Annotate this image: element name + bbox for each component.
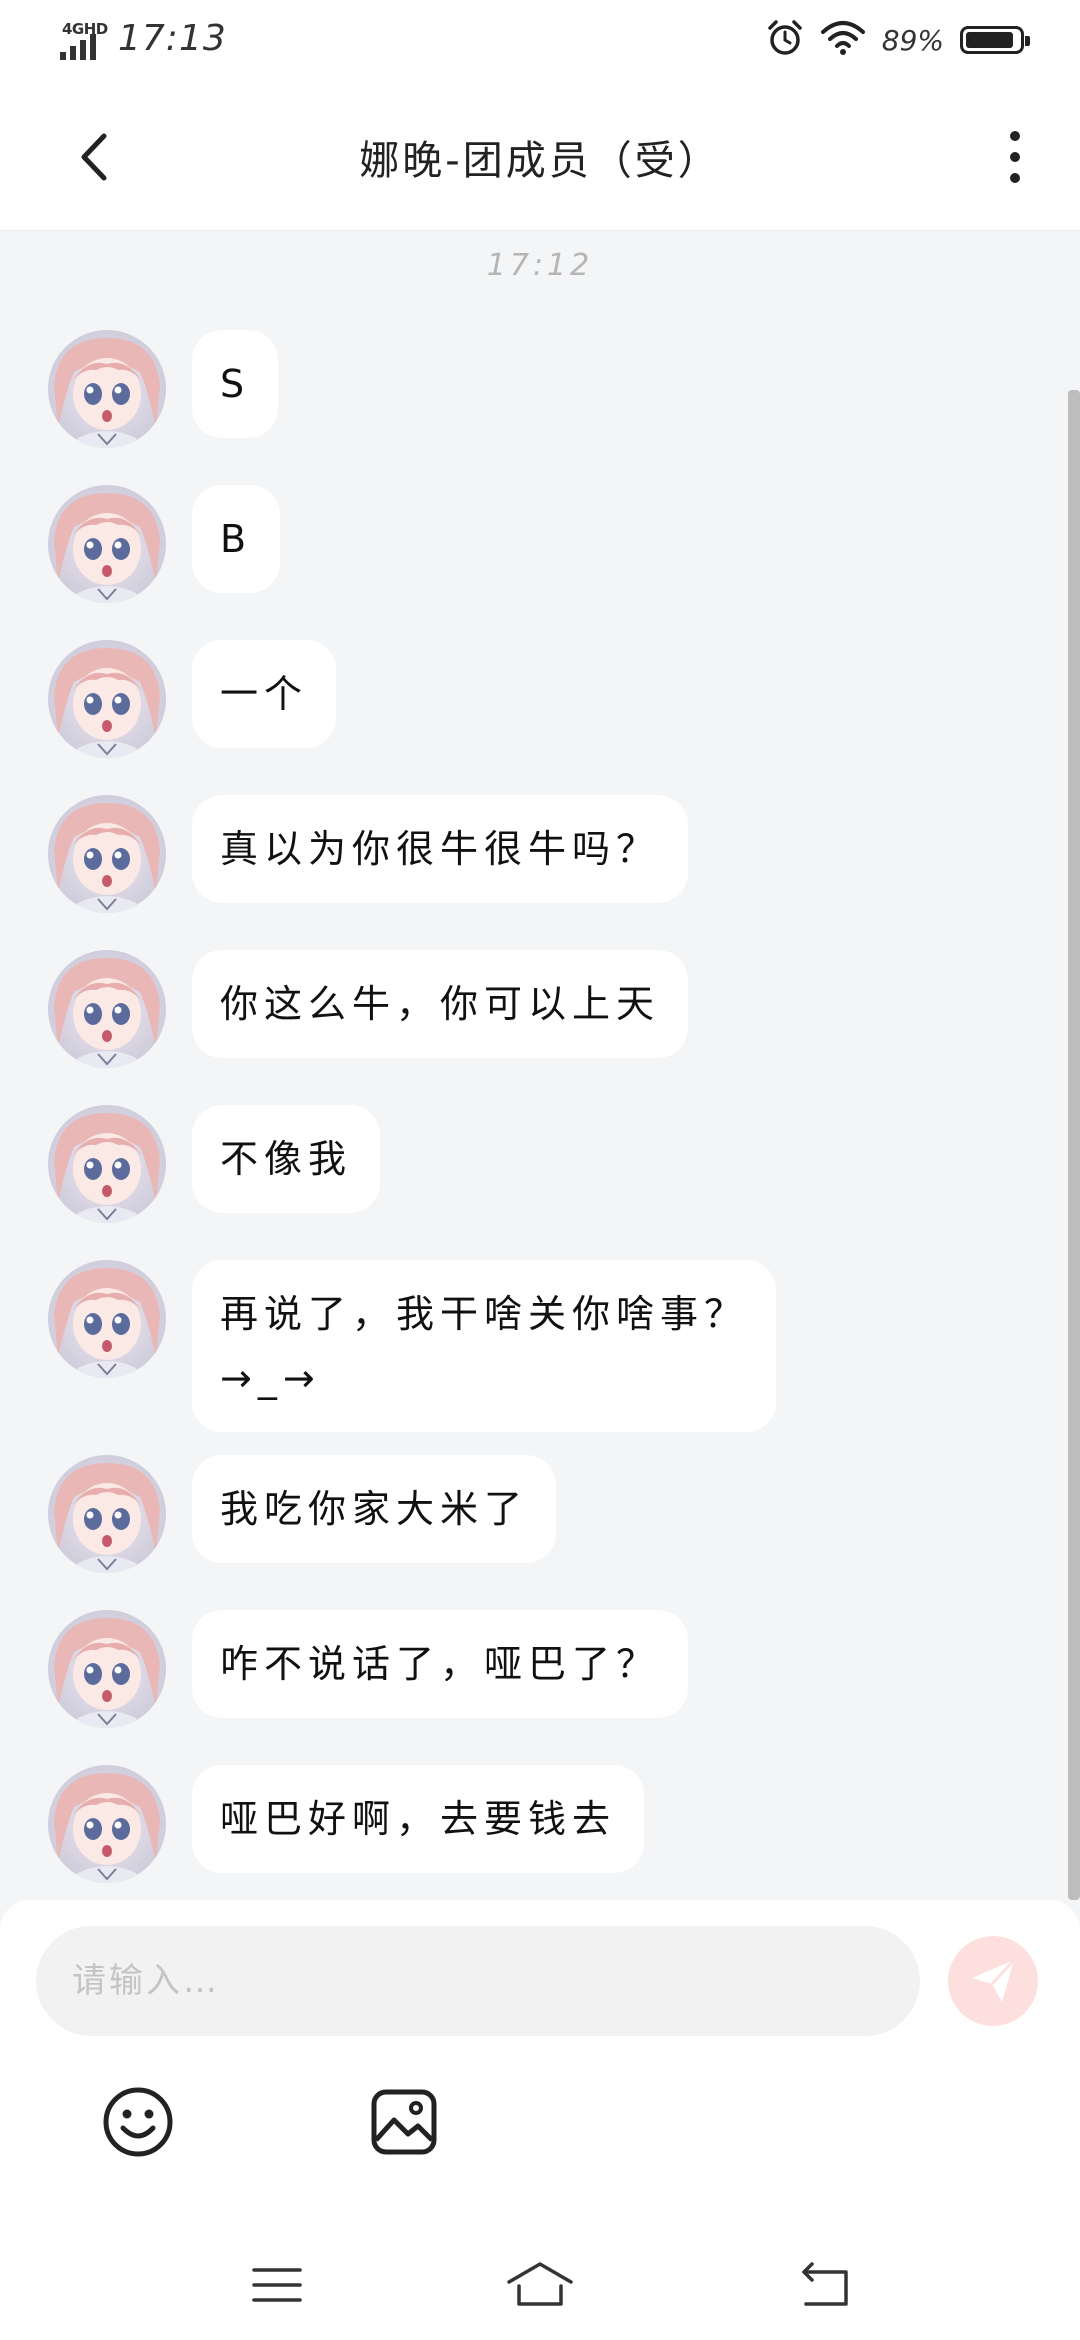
avatar[interactable] — [48, 950, 166, 1068]
message-row: 哑巴好啊，去要钱去 — [48, 1765, 645, 1883]
home-icon — [507, 2262, 573, 2306]
avatar[interactable] — [48, 1765, 166, 1883]
send-icon — [972, 1958, 1016, 2002]
avatar[interactable] — [48, 640, 166, 758]
network-type: 4GHD — [62, 20, 108, 38]
message-input-wrapper[interactable] — [36, 1926, 920, 2036]
back-icon — [802, 2262, 848, 2306]
message-list[interactable]: 17:12 S B 一个真以为你很牛很牛吗？ 你这么牛，你可以上天 不像我再说了，我干啥… — [0, 230, 1080, 1900]
message-row: 你这么牛，你可以上天 — [48, 950, 689, 1068]
message-bubble[interactable]: B — [192, 485, 281, 593]
avatar[interactable] — [48, 1105, 166, 1223]
scrollbar[interactable] — [1068, 390, 1080, 1900]
message-row: 我吃你家大米了 — [48, 1455, 557, 1573]
emoji-icon — [103, 2087, 173, 2157]
send-button[interactable] — [948, 1936, 1038, 2026]
message-row: 咋不说话了，哑巴了？ — [48, 1610, 689, 1728]
back-nav-button[interactable] — [790, 2250, 860, 2320]
avatar[interactable] — [48, 485, 166, 603]
more-options-button[interactable] — [990, 122, 1040, 192]
chat-header: 娜晚-团成员（受） — [0, 80, 1080, 231]
message-bubble[interactable]: 我吃你家大米了 — [192, 1455, 557, 1563]
message-bubble[interactable]: 哑巴好啊，去要钱去 — [192, 1765, 645, 1873]
system-nav-bar — [0, 2230, 1080, 2340]
avatar[interactable] — [48, 1610, 166, 1728]
message-bubble[interactable]: 再说了，我干啥关你啥事？ →_→ — [192, 1260, 777, 1432]
image-icon — [371, 2089, 437, 2155]
signal-icon: 4GHD — [60, 18, 110, 62]
more-vertical-icon — [1010, 131, 1020, 183]
message-bubble[interactable]: S — [192, 330, 279, 438]
status-time: 17:13 — [118, 18, 227, 59]
page-title: 娜晚-团成员（受） — [359, 138, 721, 184]
image-button[interactable] — [364, 2082, 444, 2162]
back-button[interactable] — [70, 122, 130, 192]
message-bubble[interactable]: 真以为你很牛很牛吗？ — [192, 795, 689, 903]
emoji-button[interactable] — [98, 2082, 178, 2162]
chevron-left-icon — [81, 133, 107, 181]
battery-percent: 89% — [881, 23, 944, 57]
message-row: B — [48, 485, 281, 603]
chat-timestamp: 17:12 — [486, 248, 594, 283]
avatar[interactable] — [48, 1260, 166, 1378]
message-row: S — [48, 330, 279, 448]
message-input[interactable] — [70, 1960, 886, 2002]
avatar[interactable] — [48, 330, 166, 448]
message-row: 不像我 — [48, 1105, 381, 1223]
avatar[interactable] — [48, 795, 166, 913]
home-nav-button[interactable] — [505, 2250, 575, 2320]
menu-nav-button[interactable] — [242, 2250, 312, 2320]
battery-icon — [960, 26, 1030, 54]
avatar[interactable] — [48, 1455, 166, 1573]
wifi-icon — [820, 20, 866, 60]
message-row: 一个 — [48, 640, 337, 758]
alarm-icon — [766, 19, 804, 61]
status-bar: 4GHD 17:13 89% — [0, 0, 1080, 80]
message-bubble[interactable]: 你这么牛，你可以上天 — [192, 950, 689, 1058]
message-bubble[interactable]: 不像我 — [192, 1105, 381, 1213]
message-bubble[interactable]: 咋不说话了，哑巴了？ — [192, 1610, 689, 1718]
message-bubble[interactable]: 一个 — [192, 640, 337, 748]
message-row: 真以为你很牛很牛吗？ — [48, 795, 689, 913]
composer — [0, 1900, 1080, 2340]
menu-icon — [252, 2268, 302, 2302]
message-row: 再说了，我干啥关你啥事？ →_→ — [48, 1260, 777, 1432]
